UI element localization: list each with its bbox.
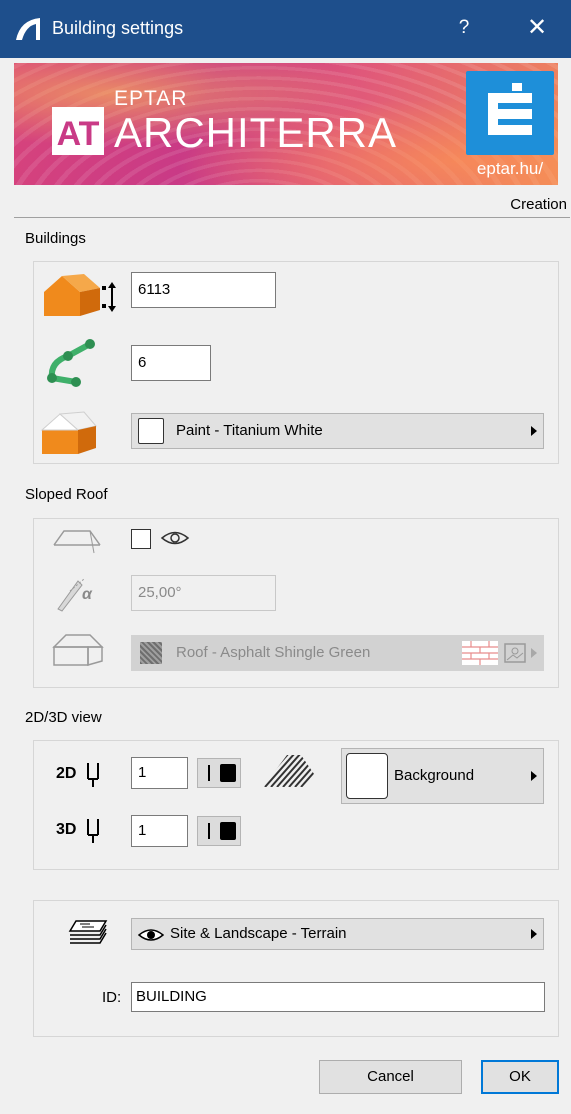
roof-surface-icon (52, 634, 104, 666)
ok-button[interactable]: OK (481, 1060, 559, 1094)
layer-label: Site & Landscape - Terrain (170, 925, 347, 942)
chevron-right-icon (531, 426, 537, 436)
pen-2d-icon (87, 763, 99, 787)
layer-panel: Site & Landscape - Terrain ID: BUILDING (33, 900, 559, 1037)
pen-3d-input[interactable]: 1 (131, 815, 188, 847)
help-button[interactable]: ? (450, 13, 478, 43)
segments-input[interactable]: 6 (131, 345, 211, 381)
cancel-button[interactable]: Cancel (319, 1060, 462, 1094)
roof-surface-label: Roof - Asphalt Shingle Green (176, 644, 371, 661)
fill-background-dropdown[interactable]: Background (341, 748, 544, 804)
brand-large: ARCHITERRA (114, 109, 398, 156)
eptar-logo-icon (466, 71, 554, 155)
chevron-right-icon (531, 929, 537, 939)
id-label: ID: (102, 989, 122, 1006)
window-title: Building settings (52, 18, 184, 38)
brick-pattern-icon (462, 641, 498, 665)
eye-icon (138, 929, 164, 941)
background-swatch (346, 753, 388, 799)
view-panel: 2D 1 Background 3D 1 (33, 740, 559, 870)
view-section-label: 2D/3D view (25, 709, 102, 726)
building-height-icon (44, 274, 116, 316)
id-input[interactable]: BUILDING (131, 982, 545, 1012)
buildings-panel: 6113 6 Paint - Titanium White (33, 261, 559, 464)
roof-surface-dropdown[interactable]: Roof - Asphalt Shingle Green (131, 635, 544, 671)
chevron-right-icon (531, 771, 537, 781)
buildings-section-label: Buildings (25, 230, 86, 247)
layers-icon (68, 920, 108, 944)
pen-2d-input[interactable]: 1 (131, 757, 188, 789)
chevron-right-icon (531, 648, 537, 658)
building-surface-icon (40, 411, 97, 454)
shingle-swatch (140, 642, 162, 664)
banner: EPTAR AT ARCHITERRA eptar.hu/ (14, 63, 558, 185)
building-surface-dropdown[interactable]: Paint - Titanium White (131, 413, 544, 449)
fill-background-label: Background (394, 767, 475, 784)
eye-icon[interactable] (160, 527, 190, 549)
roof-angle-icon: α (57, 578, 93, 612)
title-bar: Building settings ? ✕ (0, 0, 571, 58)
pen-3d-color-button[interactable] (197, 816, 241, 846)
roof-angle-input[interactable]: 25,00° (131, 575, 276, 611)
pen-3d-icon (87, 819, 99, 843)
sloped-roof-section-label: Sloped Roof (25, 486, 108, 503)
layer-dropdown[interactable]: Site & Landscape - Terrain (131, 918, 544, 950)
roof-enable-checkbox[interactable] (131, 529, 151, 549)
svg-text:AT: AT (57, 115, 100, 153)
brand-small: EPTAR (114, 87, 188, 110)
pen-3d-label: 3D (56, 821, 77, 838)
height-input[interactable]: 6113 (131, 272, 276, 308)
pen-2d-label: 2D (56, 765, 77, 782)
archicad-app-icon (16, 18, 40, 40)
divider (14, 217, 570, 218)
surface-swatch (138, 418, 164, 444)
sloped-roof-panel: α 25,00° Roof - Asphalt Shingle Green (33, 518, 559, 688)
image-icon (504, 643, 526, 663)
building-surface-label: Paint - Titanium White (176, 422, 323, 439)
roof-profile-icon (53, 530, 101, 554)
pen-2d-color-button[interactable] (197, 758, 241, 788)
architerra-logo-icon: AT (52, 107, 104, 155)
close-button[interactable]: ✕ (520, 13, 554, 43)
svg-text:α: α (82, 586, 93, 603)
tab-creation[interactable]: Creation (510, 196, 567, 213)
banner-url: eptar.hu/ (476, 159, 544, 178)
segments-icon (47, 339, 95, 387)
fill-pattern-icon (263, 755, 323, 787)
